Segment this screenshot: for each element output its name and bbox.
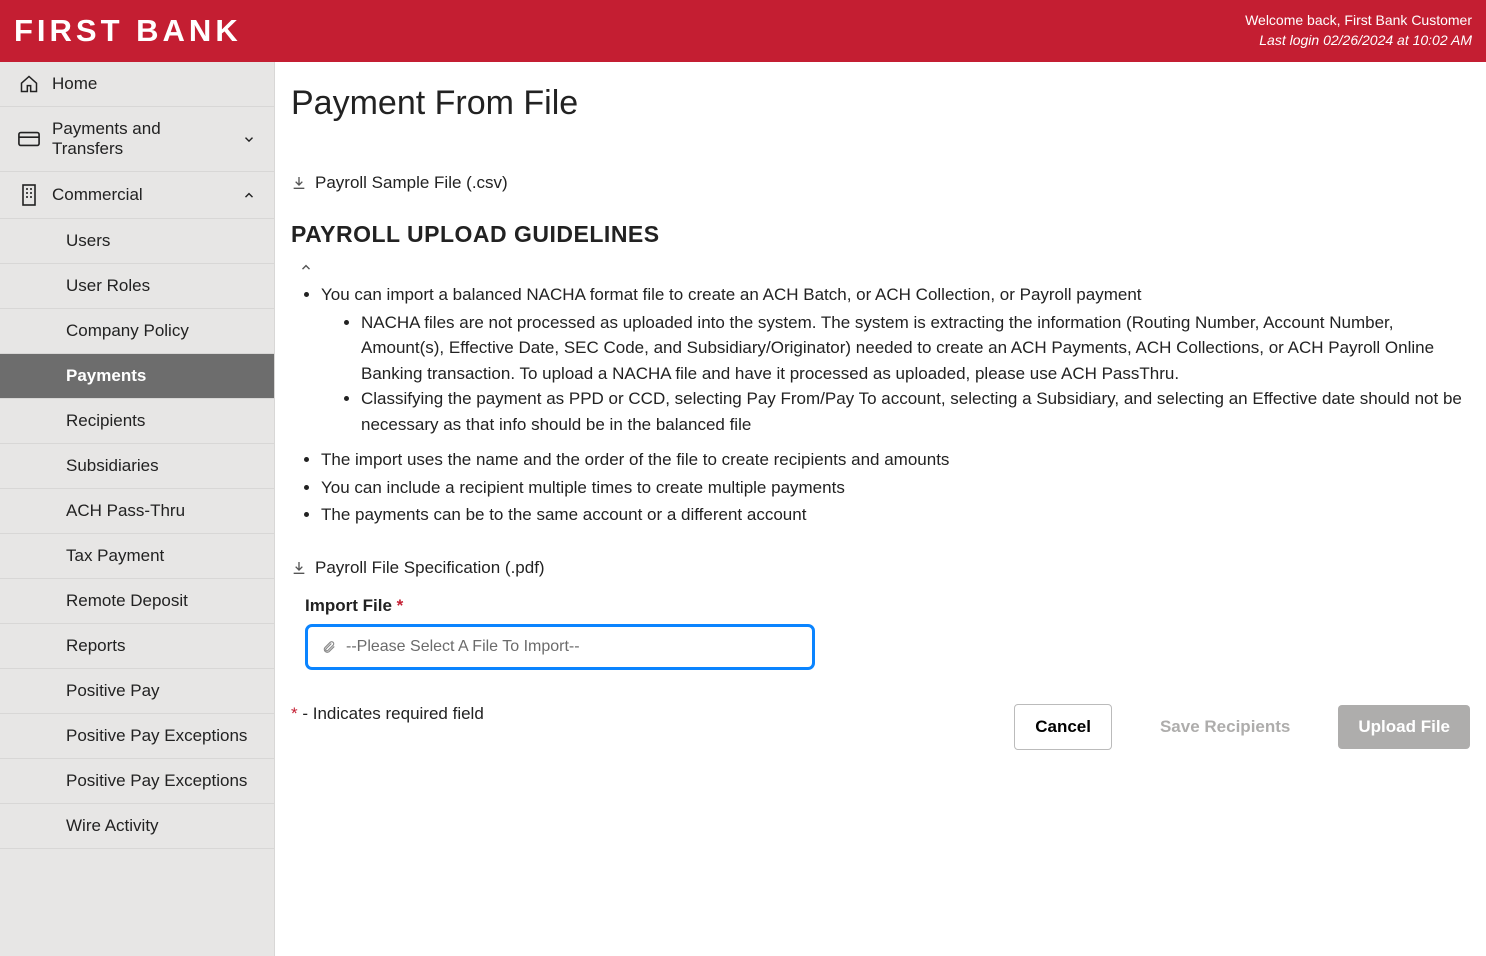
attachment-icon bbox=[322, 640, 336, 654]
main-content: Payment From File Payroll Sample File (.… bbox=[275, 62, 1486, 956]
sidebar-item-reports[interactable]: Reports bbox=[0, 624, 274, 669]
sidebar-item-subsidiaries[interactable]: Subsidiaries bbox=[0, 444, 274, 489]
save-recipients-button: Save Recipients bbox=[1140, 705, 1310, 749]
sidebar-item-label: Recipients bbox=[66, 411, 145, 431]
import-file-label-text: Import File bbox=[305, 596, 392, 615]
payroll-spec-download-link[interactable]: Payroll File Specification (.pdf) bbox=[291, 558, 1470, 578]
guideline-text: You can import a balanced NACHA format f… bbox=[321, 285, 1142, 304]
sidebar-item-positive-pay-exceptions-2[interactable]: Positive Pay Exceptions bbox=[0, 759, 274, 804]
nav-commercial[interactable]: Commercial bbox=[0, 172, 274, 219]
nav-payments-transfers[interactable]: Payments and Transfers bbox=[0, 107, 274, 172]
sidebar-item-label: Subsidiaries bbox=[66, 456, 159, 476]
required-asterisk: * bbox=[397, 596, 404, 615]
sidebar-item-positive-pay-exceptions-1[interactable]: Positive Pay Exceptions bbox=[0, 714, 274, 759]
guideline-subitem: NACHA files are not processed as uploade… bbox=[361, 310, 1470, 387]
guidelines-heading: PAYROLL UPLOAD GUIDELINES bbox=[291, 221, 1470, 248]
upload-file-button: Upload File bbox=[1338, 705, 1470, 749]
sidebar-item-users[interactable]: Users bbox=[0, 219, 274, 264]
welcome-text: Welcome back, First Bank Customer bbox=[1245, 11, 1472, 31]
collapse-toggle[interactable] bbox=[299, 260, 1470, 274]
guideline-item: You can import a balanced NACHA format f… bbox=[321, 282, 1470, 437]
nav-commercial-label: Commercial bbox=[52, 185, 143, 205]
payroll-spec-label: Payroll File Specification (.pdf) bbox=[315, 558, 545, 578]
home-icon bbox=[18, 74, 40, 94]
sidebar-item-remote-deposit[interactable]: Remote Deposit bbox=[0, 579, 274, 624]
welcome-block: Welcome back, First Bank Customer Last l… bbox=[1245, 11, 1472, 50]
required-note-text: - Indicates required field bbox=[298, 704, 484, 723]
sidebar-item-label: Remote Deposit bbox=[66, 591, 188, 611]
import-file-placeholder: --Please Select A File To Import-- bbox=[346, 638, 580, 656]
sidebar-item-recipients[interactable]: Recipients bbox=[0, 399, 274, 444]
sidebar-item-label: Payments bbox=[66, 366, 146, 386]
bank-logo: FIRST BANK bbox=[14, 13, 242, 49]
sidebar-item-label: Reports bbox=[66, 636, 126, 656]
page-title: Payment From File bbox=[291, 84, 1470, 123]
guideline-subitem: Classifying the payment as PPD or CCD, s… bbox=[361, 386, 1470, 437]
sidebar-item-label: Positive Pay bbox=[66, 681, 160, 701]
sidebar-item-label: Wire Activity bbox=[66, 816, 159, 836]
required-field-note: * - Indicates required field bbox=[291, 704, 484, 724]
sidebar-item-label: Positive Pay Exceptions bbox=[66, 771, 247, 791]
sidebar-item-label: Tax Payment bbox=[66, 546, 164, 566]
building-icon bbox=[18, 184, 40, 206]
guideline-item: The payments can be to the same account … bbox=[321, 502, 1470, 528]
sidebar-item-positive-pay[interactable]: Positive Pay bbox=[0, 669, 274, 714]
sidebar-item-label: Company Policy bbox=[66, 321, 189, 341]
sidebar-item-company-policy[interactable]: Company Policy bbox=[0, 309, 274, 354]
card-icon bbox=[18, 131, 40, 147]
required-asterisk: * bbox=[291, 704, 298, 723]
sidebar-item-ach-pass-thru[interactable]: ACH Pass-Thru bbox=[0, 489, 274, 534]
payroll-sample-download-link[interactable]: Payroll Sample File (.csv) bbox=[291, 173, 1470, 193]
cancel-button[interactable]: Cancel bbox=[1014, 704, 1112, 750]
sidebar-item-wire-activity[interactable]: Wire Activity bbox=[0, 804, 274, 849]
download-icon bbox=[291, 175, 307, 191]
sidebar-item-label: Positive Pay Exceptions bbox=[66, 726, 247, 746]
guidelines-list: You can import a balanced NACHA format f… bbox=[291, 282, 1470, 528]
sidebar-item-payments[interactable]: Payments bbox=[0, 354, 274, 399]
payroll-sample-label: Payroll Sample File (.csv) bbox=[315, 173, 508, 193]
chevron-up-icon bbox=[242, 188, 256, 202]
app-header: FIRST BANK Welcome back, First Bank Cust… bbox=[0, 0, 1486, 62]
sidebar-item-user-roles[interactable]: User Roles bbox=[0, 264, 274, 309]
guideline-item: The import uses the name and the order o… bbox=[321, 447, 1470, 473]
sidebar-item-tax-payment[interactable]: Tax Payment bbox=[0, 534, 274, 579]
import-file-label: Import File * bbox=[305, 596, 1470, 616]
nav-payments-transfers-label: Payments and Transfers bbox=[52, 119, 230, 159]
last-login-text: Last login 02/26/2024 at 10:02 AM bbox=[1245, 31, 1472, 51]
guideline-item: You can include a recipient multiple tim… bbox=[321, 475, 1470, 501]
nav-home[interactable]: Home bbox=[0, 62, 274, 107]
chevron-down-icon bbox=[242, 132, 256, 146]
sidebar-item-label: ACH Pass-Thru bbox=[66, 501, 185, 521]
nav-home-label: Home bbox=[52, 74, 97, 94]
import-file-input[interactable]: --Please Select A File To Import-- bbox=[305, 624, 815, 670]
download-icon bbox=[291, 560, 307, 576]
sidebar: Home Payments and Transfers Commercial U… bbox=[0, 62, 275, 956]
sidebar-item-label: User Roles bbox=[66, 276, 150, 296]
sidebar-item-label: Users bbox=[66, 231, 110, 251]
